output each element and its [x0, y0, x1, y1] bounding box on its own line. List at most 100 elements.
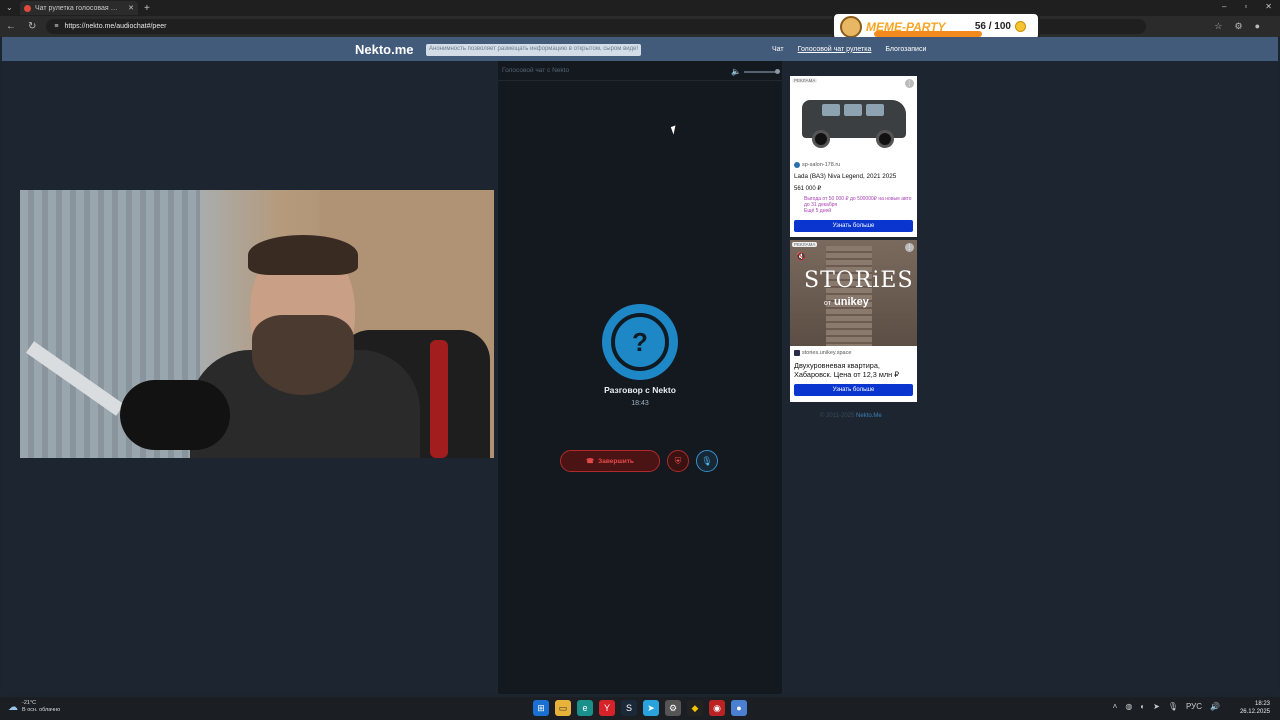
taskbar-clock[interactable]: 18:23 26.12.2025 — [1240, 700, 1270, 716]
ad-menu-icon[interactable]: ⋮ — [905, 243, 914, 252]
volume-knob[interactable] — [775, 68, 780, 74]
yandex-browser-icon[interactable]: Y — [599, 700, 615, 716]
weather-widget[interactable]: ☁ -21°C В осн. облачно — [8, 700, 60, 714]
microphone-icon: 🎙 — [701, 455, 713, 466]
nav-chat[interactable]: Чат — [772, 46, 784, 53]
system-tray: ˄ ◍ ◐ ➤ 🎙 РУС 🔊 — [1113, 702, 1220, 711]
steam-tray-icon[interactable]: ◐ — [1140, 702, 1145, 711]
ad-title: Двухуровневая квартира, Хабаровск. Цена … — [794, 361, 899, 379]
stories-image-brand: unikey — [834, 296, 869, 308]
back-icon[interactable]: ← — [6, 21, 16, 32]
browser-tab[interactable]: Чат рулетка голосовая — N ✕ — [20, 1, 138, 15]
mic-tray-icon[interactable]: 🎙 — [1168, 702, 1178, 711]
bookmark-icon[interactable]: ☆ — [1214, 21, 1222, 32]
ad-tag: РЕКЛАМА — [792, 78, 818, 83]
stories-image-prefix: от — [824, 300, 831, 307]
car-image — [796, 86, 912, 154]
stories-image-word: STORiES — [804, 268, 914, 293]
close-window-icon[interactable]: ✕ — [1265, 2, 1272, 11]
cloud-icon: ☁ — [8, 701, 18, 713]
tab-favicon-icon — [24, 4, 31, 12]
maximize-icon[interactable]: ▫ — [1244, 2, 1247, 11]
windows-taskbar: ☁ -21°C В осн. облачно ⊞ ▭ e Y S ➤ ⚙ ◆ ◉… — [0, 697, 1280, 720]
end-call-button[interactable]: ☎ Завершить — [560, 450, 660, 472]
reload-icon[interactable]: ↻ — [28, 21, 36, 32]
site-favicon-icon — [794, 162, 800, 168]
copyright: © 2011-2025 — [820, 413, 855, 419]
question-mark-icon: ? — [611, 313, 669, 371]
site-header: Nekto.me Анонимность позволяет размещать… — [2, 37, 1278, 61]
minimize-icon[interactable]: – — [1222, 2, 1226, 11]
mute-icon[interactable]: 🔇 — [796, 252, 806, 261]
taskbar-apps: ⊞ ▭ e Y S ➤ ⚙ ◆ ◉ ● — [533, 700, 747, 716]
ad-cta-button[interactable]: Узнать больше — [794, 220, 913, 232]
stories-image: STORiES от unikey 🔇 — [790, 240, 917, 346]
chat-header: Голосовой чат с Nekto 🔈 — [498, 61, 782, 81]
top-nav: Чат Голосовой чат рулетка Блогозаписи — [772, 46, 926, 53]
edge-icon[interactable]: e — [577, 700, 593, 716]
voice-chat-panel: Голосовой чат с Nekto 🔈 ? Разговор с Nek… — [498, 61, 782, 694]
ad-tag: РЕКЛАМА — [792, 242, 818, 247]
app-icon-2[interactable]: ● — [731, 700, 747, 716]
ad-card-lada[interactable]: РЕКЛАМА ⋮ sp-salon-178.ru Lada (ВАЗ) Niv… — [790, 76, 917, 237]
telegram-icon[interactable]: ➤ — [643, 700, 659, 716]
start-icon[interactable]: ⊞ — [533, 700, 549, 716]
keyboard-layout[interactable]: РУС — [1186, 702, 1202, 711]
nav-voice-chat[interactable]: Голосовой чат рулетка — [798, 46, 872, 53]
steam-icon[interactable]: S — [621, 700, 637, 716]
webcam-feed — [20, 190, 494, 458]
footer-link[interactable]: Nekto.Me — [856, 413, 882, 419]
ad-source: stories.unikey.space — [802, 350, 852, 356]
hangup-icon: ☎ — [586, 458, 595, 465]
ad-card-stories[interactable]: STORiES от unikey 🔇 РЕКЛАМА ⋮ stories.un… — [790, 240, 917, 402]
browser-tab-bar: ⌄ Чат рулетка голосовая — N ✕ + – ▫ ✕ — [0, 0, 1280, 16]
conversation-timer: 18:43 — [631, 400, 649, 407]
telegram-tray-icon[interactable]: ➤ — [1153, 702, 1160, 711]
ad-promo: Выгода от 50 000 ₽ до 500000₽ на новые а… — [804, 196, 912, 214]
nav-blog[interactable]: Блогозаписи — [885, 46, 926, 53]
tab-list-icon[interactable]: ⌄ — [6, 3, 13, 12]
extensions-icon[interactable]: ⚙ — [1234, 21, 1242, 32]
doge-icon — [840, 15, 862, 38]
site-info-icon[interactable]: ≡ — [54, 23, 58, 30]
chat-header-title: Голосовой чат с Nekto — [502, 67, 570, 74]
profile-icon[interactable]: ● — [1255, 21, 1260, 32]
ad-title: Lada (ВАЗ) Niva Legend, 2021 2025 — [794, 173, 897, 180]
network-icon[interactable]: ◍ — [1125, 702, 1132, 711]
ad-cta-button[interactable]: Узнать больше — [794, 384, 913, 396]
end-call-label: Завершить — [598, 457, 634, 465]
file-explorer-icon[interactable]: ▭ — [555, 700, 571, 716]
anonymity-banner: Анонимность позволяет размещать информац… — [426, 44, 642, 56]
site-logo[interactable]: Nekto.me — [355, 42, 414, 57]
site-favicon-icon — [794, 350, 800, 356]
microphone — [120, 380, 230, 450]
report-button[interactable]: ⛨ — [667, 450, 689, 472]
shield-icon: ⛨ — [674, 455, 682, 466]
weather-desc: В осн. облачно — [22, 707, 61, 713]
settings-icon[interactable]: ⚙ — [665, 700, 681, 716]
ad-promo-text: Выгода от 50 000 ₽ до 500000₽ на новые а… — [804, 196, 912, 208]
ad-price: 561 000 ₽ — [794, 186, 822, 192]
ad-menu-icon[interactable]: ⋮ — [905, 79, 914, 88]
volume-control[interactable]: 🔈 — [731, 67, 780, 76]
new-tab-icon[interactable]: + — [144, 3, 150, 14]
weather-temp: -21°C — [22, 700, 37, 706]
tab-title: Чат рулетка голосовая — N — [35, 4, 125, 12]
chrome-icon[interactable]: ◉ — [709, 700, 725, 716]
clock-time: 18:23 — [1254, 701, 1270, 707]
volume-slider[interactable] — [744, 68, 780, 74]
volume-icon[interactable]: 🔈 — [731, 67, 741, 76]
ad-source: sp-salon-178.ru — [802, 162, 841, 168]
clock-date: 26.12.2025 — [1239, 709, 1270, 715]
coin-icon — [1015, 21, 1026, 32]
url-text: https://nekto.me/audiochat#/peer — [64, 23, 167, 30]
tray-overflow-icon[interactable]: ˄ — [1113, 702, 1118, 711]
conversation-title: Разговор с Nekto — [604, 385, 676, 395]
peer-avatar: ? — [602, 304, 678, 380]
ad-promo-days: Ещё 5 дней — [804, 208, 832, 214]
mic-toggle-button[interactable]: 🎙 — [696, 450, 718, 472]
speaker-icon[interactable]: 🔊 — [1210, 702, 1220, 711]
window-controls: – ▫ ✕ — [1222, 2, 1272, 11]
close-tab-icon[interactable]: ✕ — [128, 4, 134, 12]
app-icon[interactable]: ◆ — [687, 700, 703, 716]
